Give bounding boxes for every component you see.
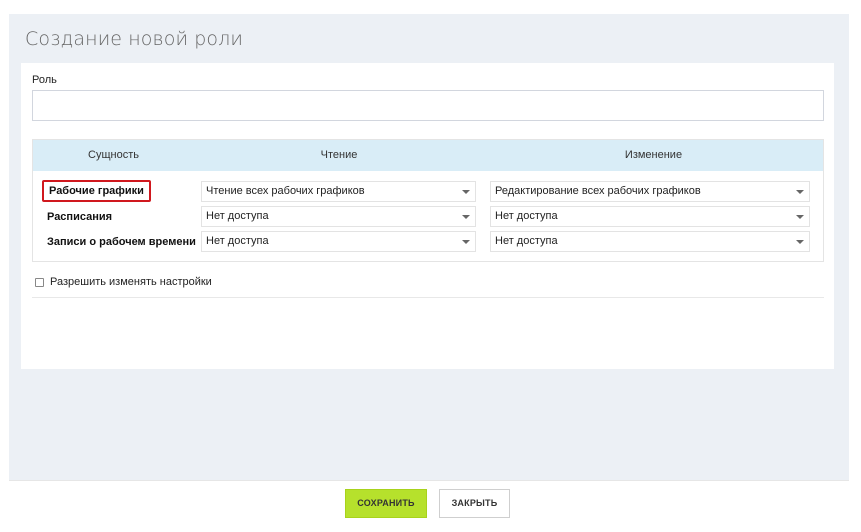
chevron-down-icon <box>796 240 804 244</box>
role-label: Роль <box>32 74 57 86</box>
edit-select-work-schedules[interactable]: Редактирование всех рабочих графиков <box>490 181 810 202</box>
page-title: Создание новой роли <box>25 28 243 50</box>
permission-row-work-schedules: Рабочие графики Чтение всех рабочих граф… <box>33 180 823 204</box>
edit-select-value: Нет доступа <box>495 210 558 222</box>
read-select-work-schedules[interactable]: Чтение всех рабочих графиков <box>201 181 476 202</box>
entity-label-schedules: Расписания <box>47 211 113 223</box>
chevron-down-icon <box>796 215 804 219</box>
chevron-down-icon <box>796 190 804 194</box>
chevron-down-icon <box>462 240 470 244</box>
content-area: Создание новой роли Роль Сущность Чтение… <box>9 14 849 480</box>
edit-select-time-records[interactable]: Нет доступа <box>490 231 810 252</box>
chevron-down-icon <box>462 190 470 194</box>
chevron-down-icon <box>462 215 470 219</box>
footer-bar: СОХРАНИТЬ ЗАКРЫТЬ <box>9 480 849 532</box>
allow-change-settings[interactable]: Разрешить изменять настройки <box>35 275 212 289</box>
permissions-table-header: Сущность Чтение Изменение <box>33 140 823 171</box>
edit-select-value: Редактирование всех рабочих графиков <box>495 185 701 197</box>
read-select-value: Нет доступа <box>206 210 269 222</box>
permissions-table: Сущность Чтение Изменение Рабочие график… <box>32 139 824 262</box>
divider <box>32 297 824 298</box>
entity-label-work-schedules: Рабочие графики <box>42 180 151 202</box>
read-select-time-records[interactable]: Нет доступа <box>201 231 476 252</box>
column-header-read: Чтение <box>320 149 358 161</box>
permission-row-time-records: Записи о рабочем времени Нет доступа Нет… <box>33 230 823 254</box>
column-header-entity: Сущность <box>88 149 139 161</box>
save-button[interactable]: СОХРАНИТЬ <box>345 489 427 518</box>
permission-row-schedules: Расписания Нет доступа Нет доступа <box>33 205 823 229</box>
edit-select-schedules[interactable]: Нет доступа <box>490 206 810 227</box>
edit-select-value: Нет доступа <box>495 235 558 247</box>
role-form-panel: Роль Сущность Чтение Изменение Рабочие г… <box>21 63 834 369</box>
read-select-value: Чтение всех рабочих графиков <box>206 185 365 197</box>
entity-label-time-records: Записи о рабочем времени <box>47 236 196 248</box>
allow-change-checkbox[interactable] <box>35 277 44 287</box>
role-input[interactable] <box>32 90 824 121</box>
allow-change-label: Разрешить изменять настройки <box>50 276 212 288</box>
read-select-schedules[interactable]: Нет доступа <box>201 206 476 227</box>
column-header-edit: Изменение <box>624 149 683 161</box>
close-button[interactable]: ЗАКРЫТЬ <box>439 489 510 518</box>
read-select-value: Нет доступа <box>206 235 269 247</box>
